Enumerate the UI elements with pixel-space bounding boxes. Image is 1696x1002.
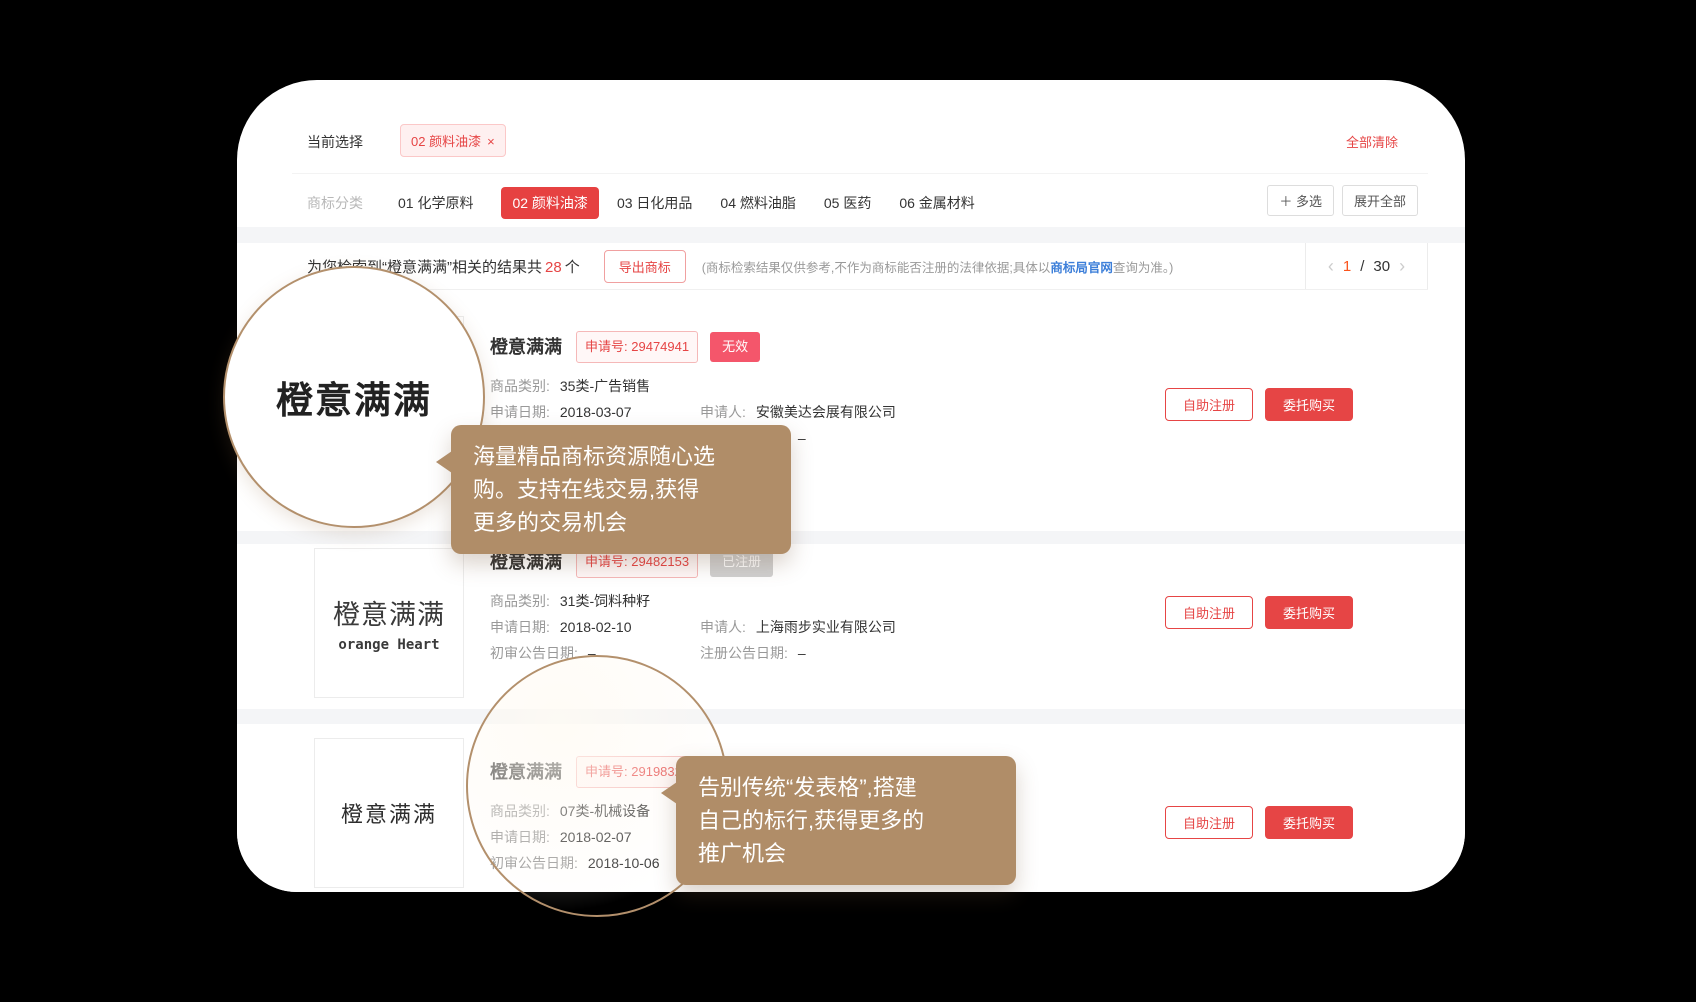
total-pages: 30 bbox=[1373, 258, 1390, 275]
category-item-01[interactable]: 01 化学原料 bbox=[398, 193, 473, 213]
tooltip-promotion: 告别传统“发表格”,搭建 自己的标行,获得更多的 推广机会 bbox=[676, 756, 1016, 885]
trademark-image-text: 橙意满满 bbox=[341, 797, 437, 829]
trademark-image[interactable]: 橙意满满 bbox=[314, 738, 464, 888]
divider bbox=[292, 173, 1428, 174]
category-item-04[interactable]: 04 燃料油脂 bbox=[720, 193, 795, 213]
field-label: 申请日期: bbox=[490, 619, 550, 635]
expand-all-button[interactable]: 展开全部 bbox=[1342, 185, 1418, 216]
row-gap bbox=[237, 531, 1465, 544]
field-label: 申请人: bbox=[700, 404, 746, 420]
magnifier-lens: 橙意满满 bbox=[223, 266, 485, 528]
field-value: 上海雨步实业有限公司 bbox=[756, 619, 896, 635]
field-label: 商品类别: bbox=[490, 378, 550, 394]
page-background: 当前选择 02 颜料油漆 × 全部清除 商标分类 01 化学原料 02 颜料油漆 … bbox=[0, 0, 1696, 1002]
magnified-trademark-text: 橙意满满 bbox=[276, 370, 432, 424]
current-selection-label: 当前选择 bbox=[307, 132, 363, 152]
remove-filter-icon[interactable]: × bbox=[487, 134, 495, 149]
result-row: 橙意满满 orange Heart 橙意满满 申请号: 29482153 已注册… bbox=[237, 544, 1465, 709]
pagination: ‹ 1 / 30 › bbox=[1305, 243, 1428, 289]
application-number: 29474941 bbox=[631, 339, 689, 354]
field-value: – bbox=[798, 430, 806, 446]
field-label: 注册公告日期: bbox=[700, 645, 788, 661]
disclaimer-post: 查询为准。) bbox=[1113, 261, 1173, 275]
results-header: 为您检索到“橙意满满”相关的结果共28个 导出商标 (商标检索结果仅供参考,不作… bbox=[292, 243, 1428, 290]
category-bar: 商标分类 01 化学原料 02 颜料油漆 03 日化用品 04 燃料油脂 05 … bbox=[307, 187, 1003, 219]
self-register-button[interactable]: 自助注册 bbox=[1165, 596, 1253, 629]
category-item-03[interactable]: 03 日化用品 bbox=[617, 193, 692, 213]
category-item-02-active[interactable]: 02 颜料油漆 bbox=[501, 187, 598, 219]
entrust-purchase-button[interactable]: 委托购买 bbox=[1265, 596, 1353, 629]
current-page: 1 bbox=[1343, 258, 1351, 275]
application-number-label: 申请号: bbox=[585, 554, 628, 569]
field-label: 申请日期: bbox=[490, 404, 550, 420]
entrust-purchase-button[interactable]: 委托购买 bbox=[1265, 388, 1353, 421]
field-value: 35类-广告销售 bbox=[560, 378, 650, 394]
category-bar-label: 商标分类 bbox=[307, 193, 363, 213]
trademark-image-subtext: orange Heart bbox=[338, 637, 439, 653]
status-badge: 无效 bbox=[710, 332, 760, 362]
next-page-icon[interactable]: › bbox=[1399, 256, 1405, 277]
application-number: 29482153 bbox=[631, 554, 689, 569]
export-trademark-button[interactable]: 导出商标 bbox=[604, 250, 686, 283]
results-count-unit: 个 bbox=[565, 259, 580, 276]
clear-all-link[interactable]: 全部清除 bbox=[1346, 132, 1398, 151]
field-value: 2018-02-10 bbox=[560, 619, 632, 635]
field-value: 2018-03-07 bbox=[560, 404, 632, 420]
category-item-06[interactable]: 06 金属材料 bbox=[899, 193, 974, 213]
trademark-office-link[interactable]: 商标局官网 bbox=[1050, 261, 1113, 275]
trademark-image-text: 橙意满满 bbox=[333, 593, 445, 632]
disclaimer-text: (商标检索结果仅供参考,不作为商标能否注册的法律依据;具体以商标局官网查询为准。… bbox=[702, 257, 1174, 276]
trademark-name[interactable]: 橙意满满 bbox=[490, 335, 562, 359]
application-number-tag: 申请号: 29474941 bbox=[576, 331, 698, 363]
page-separator: / bbox=[1360, 258, 1364, 275]
field-value: 安徽美达会展有限公司 bbox=[756, 404, 896, 420]
tooltip-marketplace: 海量精品商标资源随心选 购。支持在线交易,获得 更多的交易机会 bbox=[451, 425, 791, 554]
field-value: – bbox=[798, 645, 806, 661]
field-label: 申请人: bbox=[700, 619, 746, 635]
prev-page-icon[interactable]: ‹ bbox=[1328, 256, 1334, 277]
selected-filter-tag[interactable]: 02 颜料油漆 × bbox=[400, 124, 506, 157]
field-label: 商品类别: bbox=[490, 593, 550, 609]
row-gap bbox=[237, 709, 1465, 724]
self-register-button[interactable]: 自助注册 bbox=[1165, 388, 1253, 421]
section-gap bbox=[237, 227, 1465, 243]
trademark-image[interactable]: 橙意满满 orange Heart bbox=[314, 548, 464, 698]
application-number-label: 申请号: bbox=[585, 339, 628, 354]
field-value: 31类-饲料种籽 bbox=[560, 593, 650, 609]
self-register-button[interactable]: 自助注册 bbox=[1165, 806, 1253, 839]
entrust-purchase-button[interactable]: 委托购买 bbox=[1265, 806, 1353, 839]
results-count: 28 bbox=[545, 259, 562, 276]
multi-select-button[interactable]: ＋ 多选 bbox=[1267, 185, 1334, 216]
filter-tag-text: 02 颜料油漆 bbox=[411, 134, 481, 149]
disclaimer-pre: (商标检索结果仅供参考,不作为商标能否注册的法律依据;具体以 bbox=[702, 261, 1051, 275]
category-item-05[interactable]: 05 医药 bbox=[824, 193, 871, 213]
